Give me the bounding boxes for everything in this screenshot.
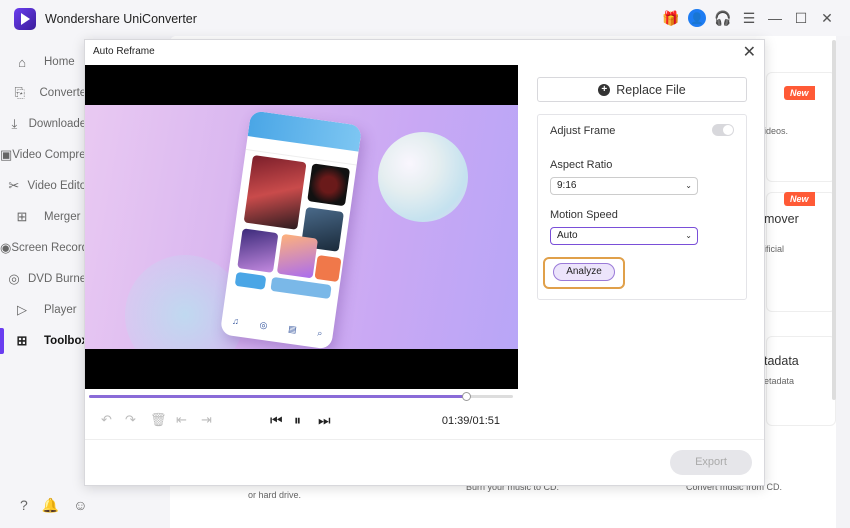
play-icon: ▷	[17, 302, 27, 317]
plus-icon: +	[598, 83, 611, 96]
merge-icon: ⊞	[16, 209, 28, 224]
mark-in-icon[interactable]: ⇤	[176, 412, 187, 428]
playback-controls: ↶ ↷ 🗑 ⇤ ⇥ ⏮ ⏸ ⏭ 01:39/01:51	[85, 410, 518, 434]
scrollbar[interactable]	[832, 40, 836, 400]
sidebar-item-video-editor[interactable]: ✂ Video Editor	[0, 171, 90, 201]
aspect-ratio-select[interactable]: 9:16 ⌄	[550, 177, 698, 195]
sidebar-item-label: Video Compressor	[12, 149, 90, 161]
compress-icon: ▣	[0, 147, 13, 162]
sidebar-item-label: Home	[44, 56, 75, 68]
minimize-icon[interactable]: —	[762, 6, 788, 30]
bell-icon[interactable]: 🔔	[42, 497, 59, 514]
redo-icon[interactable]: ↷	[125, 412, 136, 428]
headset-icon[interactable]: 🎧	[710, 6, 736, 30]
app-logo-icon	[14, 8, 36, 30]
card-text: ificial	[764, 244, 785, 254]
close-icon[interactable]: ✕	[743, 42, 756, 62]
chevron-down-icon: ⌄	[685, 231, 692, 240]
help-icon[interactable]: ?	[20, 497, 28, 514]
motion-speed-value: Auto	[557, 230, 578, 241]
sidebar-item-video-compressor[interactable]: ▣Video Compressor	[0, 140, 90, 170]
new-badge: New	[784, 86, 815, 100]
analyze-highlight: Analyze	[543, 257, 625, 289]
card-title: tadata	[764, 354, 799, 368]
progress-bar[interactable]	[89, 392, 513, 401]
replace-file-button[interactable]: + Replace File	[537, 77, 747, 102]
sidebar-item-label: Downloader	[28, 118, 90, 130]
phone-mockup: ♫ ◎ ▤ ⌕	[219, 110, 363, 349]
sidebar-item-label: Converter	[39, 87, 91, 99]
download-icon: ⤓	[11, 116, 18, 131]
card-text: etadata	[764, 376, 795, 386]
sidebar-item-label: Toolbox	[44, 335, 88, 347]
app-title: Wondershare UniConverter	[45, 12, 197, 26]
settings-panel: Adjust Frame Aspect Ratio 9:16 ⌄ Motion …	[537, 114, 747, 300]
prev-frame-icon[interactable]: ⏮	[270, 412, 283, 429]
sidebar-item-home[interactable]: ⌂ Home	[0, 47, 90, 77]
maximize-icon[interactable]: ☐	[788, 6, 814, 30]
next-frame-icon[interactable]: ⏭	[318, 412, 331, 429]
adjust-frame-label: Adjust Frame	[550, 125, 616, 137]
motion-speed-label: Motion Speed	[550, 209, 618, 221]
home-icon: ⌂	[18, 54, 26, 70]
disc-icon: ◎	[8, 271, 20, 286]
progress-knob[interactable]	[462, 392, 472, 401]
gift-icon[interactable]: 🎁	[658, 6, 684, 30]
replace-file-label: Replace File	[616, 82, 686, 97]
sidebar-item-dvd-burner[interactable]: ◎ DVD Burner	[0, 264, 90, 294]
mark-out-icon[interactable]: ⇥	[201, 412, 212, 428]
sidebar-item-downloader[interactable]: ⤓ Downloader	[0, 109, 90, 139]
sidebar-item-label: DVD Burner	[28, 273, 90, 285]
dialog-title: Auto Reframe	[93, 46, 155, 57]
grid-icon: ⊞	[16, 333, 28, 348]
aspect-ratio-value: 9:16	[557, 180, 577, 191]
record-icon: ◉	[0, 240, 12, 255]
menu-icon[interactable]: ☰	[736, 6, 762, 30]
export-button[interactable]: Export	[670, 450, 752, 475]
aspect-ratio-label: Aspect Ratio	[550, 159, 613, 171]
delete-icon[interactable]: 🗑	[150, 412, 167, 428]
video-frame: ♫ ◎ ▤ ⌕	[85, 105, 518, 349]
sidebar-item-label: Player	[44, 304, 77, 316]
close-icon[interactable]: ✕	[814, 6, 840, 30]
video-preview[interactable]: ♫ ◎ ▤ ⌕	[85, 65, 518, 389]
auto-reframe-dialog: Auto Reframe ✕ ♫ ◎ ▤ ⌕ ↶ ↷ 🗑 ⇤ ⇥ ⏮ ⏸ ⏭ 01:3…	[84, 39, 765, 486]
title-bar: Wondershare UniConverter 🎁 👤 🎧 ☰ — ☐ ✕	[0, 0, 850, 36]
converter-icon: ⎘	[14, 85, 25, 100]
sidebar-item-converter[interactable]: ⎘ Converter	[0, 78, 90, 108]
sidebar-item-player[interactable]: ▷ Player	[0, 295, 90, 325]
analyze-button[interactable]: Analyze	[553, 263, 615, 281]
adjust-frame-toggle[interactable]	[712, 124, 734, 136]
card-text: or hard drive.	[248, 490, 302, 500]
undo-icon[interactable]: ↶	[101, 412, 112, 428]
progress-fill	[89, 395, 467, 398]
feedback-icon[interactable]: ☺	[73, 497, 87, 514]
time-display: 01:39/01:51	[441, 415, 500, 427]
pause-icon[interactable]: ⏸	[294, 412, 301, 429]
sidebar-item-toolbox[interactable]: ⊞ Toolbox	[0, 326, 90, 356]
sidebar-item-screen-recorder[interactable]: ◉ Screen Recorder	[0, 233, 90, 263]
chevron-down-icon: ⌄	[685, 181, 692, 190]
new-badge: New	[784, 192, 815, 206]
card-text: ideos.	[764, 126, 789, 136]
motion-speed-select[interactable]: Auto ⌄	[550, 227, 698, 245]
decorative-bubble	[378, 132, 468, 222]
scissors-icon: ✂	[8, 178, 20, 193]
sidebar-item-merger[interactable]: ⊞ Merger	[0, 202, 90, 232]
sidebar-item-label: Screen Recorder	[11, 242, 90, 254]
dialog-footer: Export	[85, 439, 764, 485]
sidebar-item-label: Video Editor	[27, 180, 90, 192]
user-icon[interactable]: 👤	[688, 9, 706, 27]
card-title: mover	[764, 212, 799, 226]
sidebar-item-label: Merger	[44, 211, 81, 223]
